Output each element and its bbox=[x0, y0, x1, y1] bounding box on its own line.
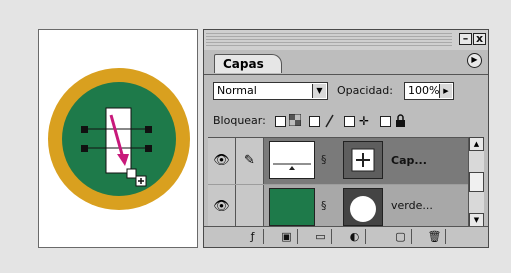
brush-icon: ✎ bbox=[244, 153, 255, 168]
new-set-button[interactable]: ▭ bbox=[310, 229, 332, 244]
scroll-thumb[interactable] bbox=[469, 172, 484, 192]
lock-row: Bloquear: ✛ bbox=[213, 113, 483, 130]
layer-name[interactable]: verde... bbox=[391, 199, 433, 212]
layer-mask-thumbnail[interactable] bbox=[343, 188, 383, 226]
layer-name[interactable]: Cap... bbox=[391, 154, 427, 167]
visibility-toggle[interactable]: 👁 bbox=[208, 138, 236, 184]
adjustment-layer-icon: ◐ bbox=[349, 230, 360, 243]
layer-mask-thumbnail[interactable] bbox=[343, 141, 383, 179]
chain-link-icon[interactable]: § bbox=[321, 153, 327, 166]
move-lock-icon: ✛ bbox=[358, 114, 370, 128]
layer-style-icon: ƒ bbox=[250, 230, 255, 243]
visibility-toggle[interactable]: 👁 bbox=[208, 185, 236, 228]
delete-layer-button[interactable]: 🗑 bbox=[424, 229, 446, 244]
minimize-button[interactable]: – bbox=[459, 33, 472, 45]
scroll-up-button[interactable]: ▲ bbox=[469, 137, 484, 151]
layer-thumbnail[interactable] bbox=[269, 141, 315, 179]
transparency-lock-icon bbox=[288, 113, 302, 128]
layer-style-button[interactable]: ƒ bbox=[242, 229, 264, 244]
lock-transparency-checkbox[interactable] bbox=[275, 116, 286, 127]
folder-icon: ▭ bbox=[315, 230, 326, 243]
layer-row-verde[interactable]: 👁 § verde... bbox=[208, 185, 468, 228]
transform-handle-br bbox=[145, 145, 152, 152]
transform-handle-tr bbox=[145, 126, 152, 133]
scroll-down-button[interactable]: ▼ bbox=[469, 213, 484, 227]
trash-icon: 🗑 bbox=[427, 230, 442, 243]
mask-icon: ▣ bbox=[281, 230, 292, 243]
layers-panel: – x Capas ▶ Normal ▼ Opacidad: 100% ▶ Bl… bbox=[203, 29, 489, 248]
panel-menu-button[interactable]: ▶ bbox=[467, 53, 482, 68]
layer-row-cap[interactable]: 👁 ✎ § Cap... bbox=[208, 138, 468, 184]
adjustment-layer-button[interactable]: ◐ bbox=[344, 229, 366, 244]
transform-handle-tl bbox=[81, 126, 88, 133]
eye-icon: 👁 bbox=[213, 153, 230, 168]
panel-bottom-bar: ƒ ▣ ▭ ◐ ▢ 🗑 bbox=[204, 226, 488, 247]
layers-scrollbar[interactable]: ▲ ▼ bbox=[468, 137, 484, 227]
panel-tab-row: Capas ▶ bbox=[204, 50, 488, 75]
brush-link-toggle[interactable]: ✎ bbox=[236, 138, 264, 184]
brush-lock-icon bbox=[322, 114, 336, 128]
lock-image-checkbox[interactable] bbox=[309, 116, 320, 127]
lock-position-checkbox[interactable] bbox=[344, 116, 355, 127]
layer-thumbnail[interactable] bbox=[269, 188, 315, 226]
drag-grip[interactable] bbox=[206, 33, 452, 47]
blend-mode-select[interactable]: Normal ▼ bbox=[213, 82, 328, 100]
add-mask-button[interactable]: ▣ bbox=[276, 229, 298, 244]
transform-handle-bl bbox=[81, 145, 88, 152]
tab-capas[interactable]: Capas bbox=[214, 54, 282, 73]
new-layer-icon: ▢ bbox=[395, 230, 406, 243]
brush-link-toggle[interactable] bbox=[236, 185, 264, 228]
panel-title-bar[interactable]: – x bbox=[204, 30, 488, 50]
lock-label: Bloquear: bbox=[213, 114, 266, 127]
padlock-icon bbox=[393, 114, 407, 128]
document-canvas[interactable] bbox=[38, 29, 198, 248]
opacity-field[interactable]: 100% ▶ bbox=[404, 82, 454, 100]
lock-all-checkbox[interactable] bbox=[380, 116, 391, 127]
chevron-down-icon[interactable]: ▼ bbox=[312, 84, 326, 98]
opacity-label: Opacidad: bbox=[337, 84, 393, 97]
new-layer-button[interactable]: ▢ bbox=[390, 229, 412, 244]
layers-list: 👁 ✎ § Cap... 👁 § verde... bbox=[208, 137, 468, 228]
opacity-slider-arrow-icon[interactable]: ▶ bbox=[439, 84, 452, 98]
blend-mode-value: Normal bbox=[217, 84, 257, 97]
opacity-value: 100% bbox=[408, 84, 440, 97]
eye-icon: 👁 bbox=[213, 199, 230, 214]
triangle-right-icon: ▶ bbox=[471, 55, 478, 64]
close-button[interactable]: x bbox=[473, 33, 486, 45]
chain-link-icon[interactable]: § bbox=[321, 199, 327, 212]
